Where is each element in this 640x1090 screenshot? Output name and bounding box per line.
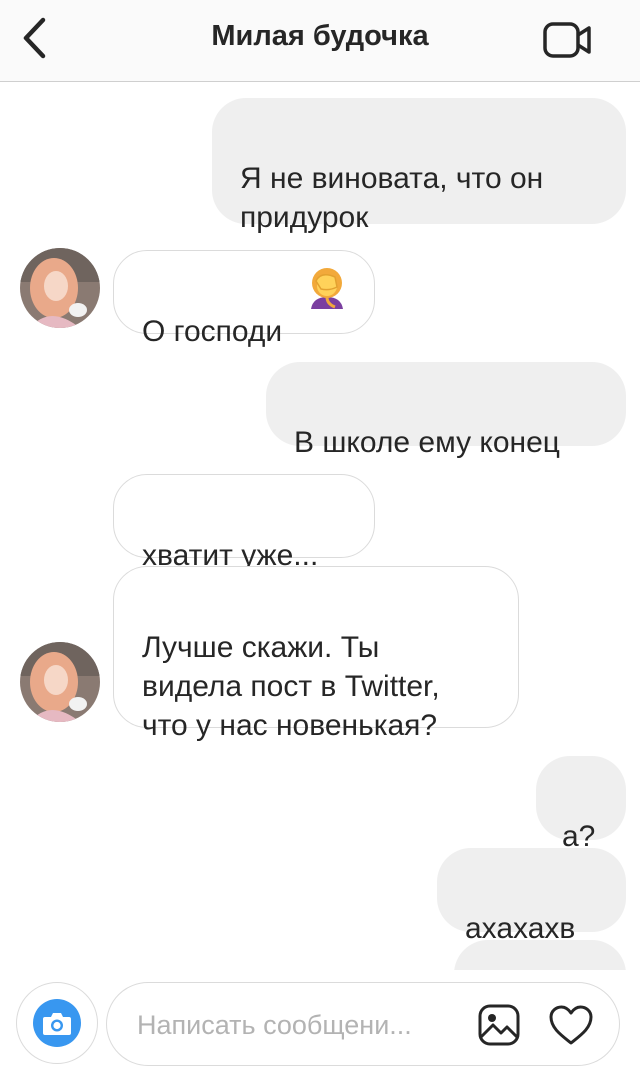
camera-icon xyxy=(33,999,81,1047)
message-composer xyxy=(0,970,640,1090)
message-bubble-outgoing[interactable]: а? xyxy=(536,756,626,853)
message-input-container xyxy=(106,982,620,1066)
message-bubble-incoming[interactable]: Лучше скажи. Ты видела пост в Twitter, ч… xyxy=(113,566,519,742)
image-icon[interactable] xyxy=(477,1003,521,1047)
heart-icon[interactable] xyxy=(547,1003,595,1047)
message-text: Лучше скажи. Ты видела пост в Twitter, ч… xyxy=(142,631,440,742)
contact-avatar[interactable] xyxy=(20,642,100,722)
chat-header: Милая будочка xyxy=(0,0,640,82)
message-text: Я не виновата, что он придурок xyxy=(240,162,544,234)
chevron-left-icon xyxy=(23,17,46,59)
message-bubble-outgoing[interactable]: Я не виновата, что он придурок xyxy=(212,98,626,234)
message-text: В школе ему конец xyxy=(294,426,560,459)
message-text: О господи xyxy=(142,315,283,348)
face-palm-emoji xyxy=(311,268,343,309)
message-input[interactable] xyxy=(137,1005,459,1045)
avatar-photo xyxy=(20,248,100,328)
back-button[interactable] xyxy=(14,16,54,60)
message-bubble-incoming[interactable]: хватит уже... xyxy=(113,474,375,572)
contact-avatar[interactable] xyxy=(20,248,100,328)
avatar-photo xyxy=(20,642,100,722)
message-bubble-outgoing[interactable]: В школе ему конец xyxy=(266,362,626,459)
camera-button[interactable] xyxy=(16,982,98,1064)
message-bubble-incoming[interactable]: О господи xyxy=(113,250,375,348)
message-bubble-outgoing[interactable]: ахахахв xyxy=(437,848,626,945)
video-call-button[interactable] xyxy=(540,18,596,62)
video-camera-icon xyxy=(543,22,591,58)
